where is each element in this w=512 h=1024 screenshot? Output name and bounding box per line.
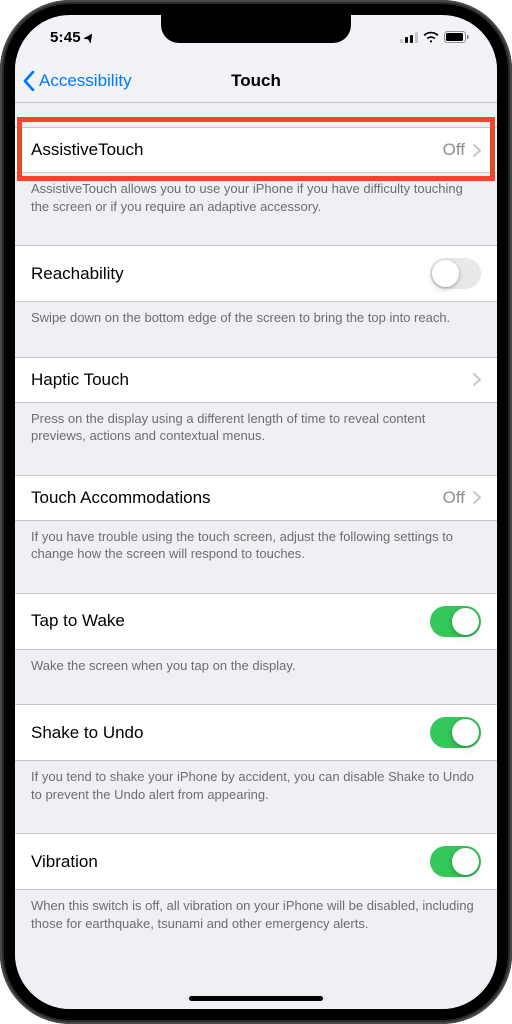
row-tap-to-wake[interactable]: Tap to Wake (15, 593, 497, 650)
row-footer: Press on the display using a different l… (15, 403, 497, 445)
reachability-toggle[interactable] (430, 258, 481, 289)
wifi-icon (423, 31, 439, 43)
back-button[interactable]: Accessibility (23, 71, 132, 91)
row-footer: If you tend to shake your iPhone by acci… (15, 761, 497, 803)
row-value: Off (443, 488, 465, 508)
home-indicator[interactable] (189, 996, 323, 1001)
row-assistivetouch[interactable]: AssistiveTouch Off (15, 127, 497, 173)
row-footer: Wake the screen when you tap on the disp… (15, 650, 497, 675)
location-icon (84, 32, 95, 43)
row-label: Haptic Touch (31, 370, 129, 390)
row-touch-accommodations[interactable]: Touch Accommodations Off (15, 475, 497, 521)
nav-title: Touch (231, 71, 281, 91)
row-label: AssistiveTouch (31, 140, 143, 160)
row-label: Touch Accommodations (31, 488, 211, 508)
nav-bar: Accessibility Touch (15, 59, 497, 103)
status-time-text: 5:45 (50, 29, 81, 46)
settings-list[interactable]: AssistiveTouch Off AssistiveTouch allows… (15, 103, 497, 1009)
row-label: Vibration (31, 852, 98, 872)
battery-icon (444, 31, 469, 43)
row-haptic-touch[interactable]: Haptic Touch (15, 357, 497, 403)
cellular-icon (400, 32, 418, 43)
row-footer: AssistiveTouch allows you to use your iP… (15, 173, 497, 215)
chevron-right-icon (473, 373, 481, 386)
row-vibration[interactable]: Vibration (15, 833, 497, 890)
row-reachability[interactable]: Reachability (15, 245, 497, 302)
back-label: Accessibility (39, 71, 132, 91)
chevron-left-icon (23, 71, 35, 91)
row-label: Shake to Undo (31, 723, 143, 743)
status-time: 5:45 (50, 29, 95, 46)
row-footer: When this switch is off, all vibration o… (15, 890, 497, 932)
phone-frame: 5:45 (0, 0, 512, 1024)
row-footer: Swipe down on the bottom edge of the scr… (15, 302, 497, 327)
chevron-right-icon (473, 491, 481, 504)
status-icons (400, 31, 469, 43)
chevron-right-icon (473, 144, 481, 157)
tap-to-wake-toggle[interactable] (430, 606, 481, 637)
notch (161, 15, 351, 43)
row-value: Off (443, 140, 465, 160)
screen: 5:45 (15, 15, 497, 1009)
row-shake-to-undo[interactable]: Shake to Undo (15, 704, 497, 761)
row-footer: If you have trouble using the touch scre… (15, 521, 497, 563)
vibration-toggle[interactable] (430, 846, 481, 877)
shake-to-undo-toggle[interactable] (430, 717, 481, 748)
row-label: Tap to Wake (31, 611, 125, 631)
row-label: Reachability (31, 264, 124, 284)
